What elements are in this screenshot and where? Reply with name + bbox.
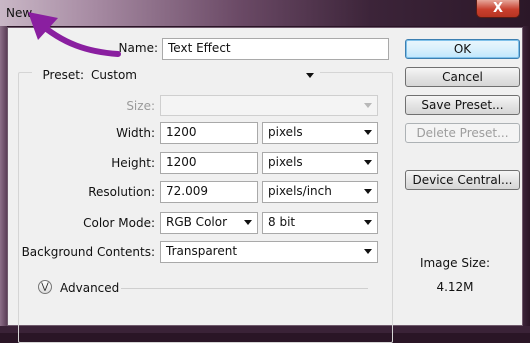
- advanced-divider: [121, 288, 368, 289]
- preset-label: Preset:: [32, 68, 86, 82]
- advanced-toggle-label[interactable]: Advanced: [60, 281, 119, 295]
- delete-preset-button[interactable]: Delete Preset...: [405, 123, 520, 143]
- width-unit-value: pixels: [268, 125, 303, 139]
- save-preset-button[interactable]: Save Preset...: [405, 95, 520, 115]
- resolution-label: Resolution:: [88, 185, 155, 199]
- color-mode-select[interactable]: RGB Color: [160, 212, 258, 234]
- chevron-down-icon: [306, 73, 314, 78]
- width-unit-select[interactable]: pixels: [262, 122, 378, 144]
- width-input[interactable]: 1200: [160, 122, 258, 144]
- chevron-down-icon: [364, 220, 372, 225]
- dialog-body: Name: Text Effect Preset: Custom Size: W…: [7, 27, 523, 343]
- height-label: Height:: [111, 156, 155, 170]
- device-central-button[interactable]: Device Central...: [405, 170, 520, 190]
- resolution-unit-select[interactable]: pixels/inch: [262, 181, 378, 203]
- size-select[interactable]: [160, 95, 378, 116]
- bit-depth-select[interactable]: 8 bit: [262, 212, 378, 234]
- preset-select[interactable]: Custom: [85, 65, 320, 86]
- image-size-value: 4.12M: [436, 280, 474, 294]
- resolution-input[interactable]: 72.009: [160, 181, 258, 203]
- background-contents-select[interactable]: Transparent: [160, 241, 378, 263]
- name-input[interactable]: Text Effect: [162, 38, 389, 60]
- bit-depth-value: 8 bit: [268, 215, 296, 229]
- chevron-down-icon: [244, 220, 252, 225]
- ok-button[interactable]: OK: [405, 39, 520, 59]
- window-frame-right: [523, 26, 530, 333]
- chevron-down-icon: [364, 189, 372, 194]
- cancel-button[interactable]: Cancel: [405, 67, 520, 87]
- preset-value: Custom: [91, 68, 137, 82]
- color-mode-label: Color Mode:: [83, 216, 155, 230]
- purple-arrow-icon: [28, 12, 121, 57]
- background-contents-value: Transparent: [166, 244, 238, 258]
- resolution-unit-value: pixels/inch: [268, 184, 332, 198]
- color-mode-value: RGB Color: [166, 215, 228, 229]
- image-size-label: Image Size:: [419, 256, 491, 270]
- chevron-down-icon: [364, 103, 372, 108]
- chevron-down-icon: [364, 249, 372, 254]
- chevron-down-circle-icon[interactable]: ⋁: [38, 280, 52, 294]
- close-button[interactable]: X: [476, 0, 520, 18]
- chevron-down-icon: [364, 130, 372, 135]
- height-unit-select[interactable]: pixels: [262, 152, 378, 174]
- width-label: Width:: [116, 126, 155, 140]
- size-label: Size:: [126, 99, 155, 113]
- window-frame-left: [0, 26, 7, 333]
- background-contents-label: Background Contents:: [21, 245, 155, 259]
- chevron-down-icon: [364, 160, 372, 165]
- height-input[interactable]: 1200: [160, 152, 258, 174]
- height-unit-value: pixels: [268, 155, 303, 169]
